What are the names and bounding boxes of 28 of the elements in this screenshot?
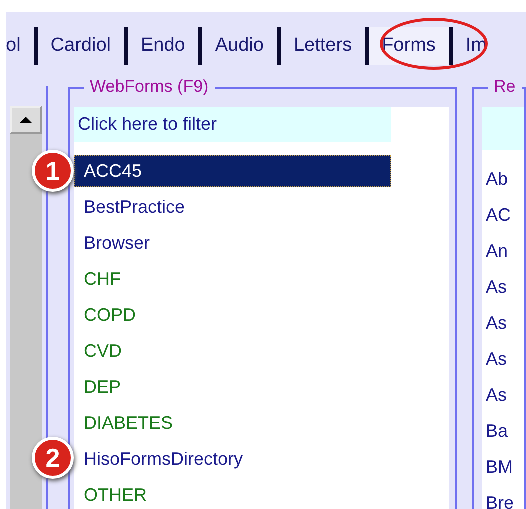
tab[interactable]: ol bbox=[6, 26, 38, 64]
list-item[interactable]: Browser bbox=[74, 225, 391, 261]
scrollbar[interactable] bbox=[10, 106, 42, 509]
filter-field[interactable]: Click here to filter bbox=[74, 107, 391, 142]
list-item[interactable]: DIABETES bbox=[74, 405, 391, 441]
list-item[interactable]: As bbox=[482, 341, 524, 377]
list-item[interactable]: As bbox=[482, 269, 524, 305]
list-item[interactable]: HisoFormsDirectory bbox=[74, 441, 391, 477]
list-item[interactable]: Ba bbox=[482, 413, 524, 449]
list-item[interactable]: OTHER bbox=[74, 477, 391, 509]
list-item[interactable]: BM bbox=[482, 449, 524, 485]
list-item[interactable]: As bbox=[482, 305, 524, 341]
filter-field[interactable] bbox=[482, 107, 524, 150]
list-item[interactable]: AC bbox=[482, 197, 524, 233]
group-title: WebForms (F9) bbox=[84, 77, 215, 97]
list-item[interactable]: Bre bbox=[482, 485, 524, 509]
up-arrow-icon bbox=[20, 116, 32, 124]
list-item[interactable]: As bbox=[482, 377, 524, 413]
list-item[interactable]: COPD bbox=[74, 297, 391, 333]
list-item[interactable]: BestPractice bbox=[74, 189, 391, 225]
list-item[interactable]: CVD bbox=[74, 333, 391, 369]
list-item[interactable]: ACC45 bbox=[74, 155, 391, 187]
list-item[interactable]: DEP bbox=[74, 369, 391, 405]
scroll-up-button[interactable] bbox=[10, 106, 42, 134]
list-item[interactable]: An bbox=[482, 233, 524, 269]
list-item[interactable]: CHF bbox=[74, 261, 391, 297]
list-item[interactable]: Ab bbox=[482, 161, 524, 197]
tab[interactable]: Forms bbox=[369, 26, 453, 64]
